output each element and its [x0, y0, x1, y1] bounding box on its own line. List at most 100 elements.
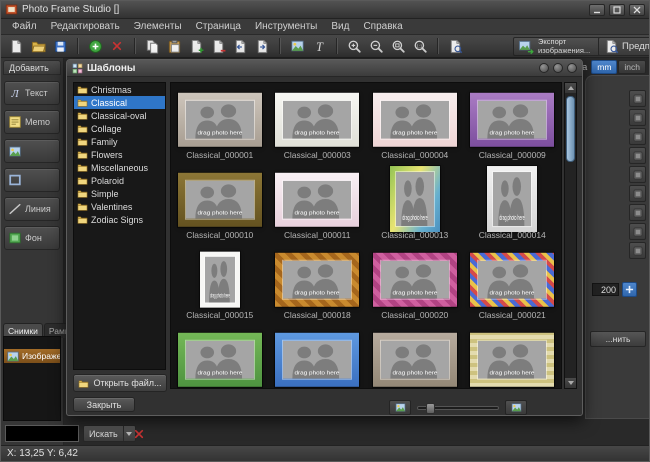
add-background-button[interactable]: Фон: [4, 226, 60, 250]
page-new-button[interactable]: [5, 37, 27, 56]
insert-image-button[interactable]: [286, 37, 308, 56]
right-tool-button[interactable]: [629, 109, 646, 126]
template-item[interactable]: drag photo hereClassical_000003: [269, 83, 367, 163]
large-thumbnails-button[interactable]: [505, 400, 527, 415]
template-item[interactable]: drag photo here: [171, 323, 269, 389]
page-paste-button[interactable]: [163, 37, 185, 56]
right-tool-button[interactable]: [629, 185, 646, 202]
zoom-actual-button[interactable]: 1:1: [409, 37, 431, 56]
page-copy-button[interactable]: [141, 37, 163, 56]
search-button[interactable]: Искать: [83, 425, 136, 442]
template-item[interactable]: drag photo here: [464, 323, 562, 389]
folder-item[interactable]: Classical: [74, 96, 165, 109]
template-item[interactable]: drag photo here: [366, 323, 464, 389]
folder-item[interactable]: Miscellaneous: [74, 161, 165, 174]
folder-open-button[interactable]: [27, 37, 49, 56]
folder-item[interactable]: Simple: [74, 187, 165, 200]
template-item[interactable]: drag photo hereClassical_000010: [171, 163, 269, 243]
scrollbar-thumb[interactable]: [566, 96, 575, 162]
folder-item[interactable]: Christmas: [74, 83, 165, 96]
add-memo-button[interactable]: Memo: [4, 110, 60, 134]
menu-item[interactable]: Элементы: [127, 20, 189, 33]
right-tool-button[interactable]: [629, 128, 646, 145]
zoom-page-button[interactable]: [387, 37, 409, 56]
right-tool-button[interactable]: [629, 204, 646, 221]
maximize-button[interactable]: [609, 4, 625, 16]
minimize-button[interactable]: [589, 4, 605, 16]
template-item[interactable]: drag photo hereClassical_000013: [366, 163, 464, 243]
template-item[interactable]: drag photo hereClassical_000001: [171, 83, 269, 163]
scroll-down-button[interactable]: [565, 378, 576, 388]
menu-item[interactable]: Страница: [189, 20, 248, 33]
preview-button[interactable]: Предпрос: [598, 37, 650, 56]
menu-item[interactable]: Файл: [5, 20, 44, 33]
zoom-out-button[interactable]: [365, 37, 387, 56]
export-image-button[interactable]: Экспорт изображения...: [513, 37, 610, 56]
scroll-up-button[interactable]: [565, 83, 576, 93]
apply-button[interactable]: ...нить: [590, 331, 646, 347]
grid-scrollbar[interactable]: [564, 82, 577, 389]
folder-item[interactable]: Collage: [74, 122, 165, 135]
close-button[interactable]: [629, 4, 645, 16]
folder-item[interactable]: Classical-oval: [74, 109, 165, 122]
add-image-button[interactable]: [4, 139, 60, 163]
template-item[interactable]: drag photo hereClassical_000020: [366, 243, 464, 323]
insert-text-button[interactable]: T: [308, 37, 330, 56]
page-remove-button[interactable]: [207, 37, 229, 56]
unit-mm-button[interactable]: mm: [591, 60, 617, 74]
add-text-button[interactable]: ЛТекст: [4, 81, 60, 105]
menu-item[interactable]: Вид: [324, 20, 356, 33]
template-item[interactable]: drag photo hereClassical_000004: [366, 83, 464, 163]
add-frame-button[interactable]: [4, 168, 60, 192]
dialog-minimize-button[interactable]: [539, 63, 549, 73]
snapshot-item[interactable]: Изображен...: [4, 349, 60, 363]
menu-item[interactable]: Редактировать: [44, 20, 127, 33]
size-value-field[interactable]: [592, 283, 619, 296]
unit-inch-button[interactable]: inch: [618, 60, 646, 74]
open-file-button[interactable]: Открыть файл...: [73, 374, 167, 392]
template-frame: drag photo here: [470, 333, 554, 387]
right-tool-button[interactable]: [629, 147, 646, 164]
template-item[interactable]: drag photo hereClassical_000014: [464, 163, 562, 243]
folder-item[interactable]: Family: [74, 135, 165, 148]
clear-button[interactable]: [131, 426, 147, 441]
color-swatch[interactable]: [5, 425, 79, 442]
menu-item[interactable]: Инструменты: [248, 20, 324, 33]
right-tool-button[interactable]: [629, 242, 646, 259]
remove-red-button[interactable]: [106, 37, 128, 56]
folder-item[interactable]: Zodiac Signs: [74, 213, 165, 226]
slider-thumb[interactable]: [426, 403, 435, 414]
template-item[interactable]: drag photo hereClassical_000018: [269, 243, 367, 323]
page-next-button[interactable]: [251, 37, 273, 56]
small-thumbnails-button[interactable]: [389, 400, 411, 415]
dialog-close-button[interactable]: [567, 63, 577, 73]
add-green-button[interactable]: [84, 37, 106, 56]
menu-item[interactable]: Справка: [356, 20, 409, 33]
folder-item[interactable]: Valentines: [74, 200, 165, 213]
folder-item[interactable]: Polaroid: [74, 174, 165, 187]
template-item[interactable]: drag photo hereClassical_000021: [464, 243, 562, 323]
template-frame: drag photo here: [470, 253, 554, 307]
template-item[interactable]: drag photo hereClassical_000011: [269, 163, 367, 243]
save-button[interactable]: [49, 37, 71, 56]
folder-item[interactable]: Flowers: [74, 148, 165, 161]
add-line-button[interactable]: Линия: [4, 197, 60, 221]
template-item[interactable]: drag photo hereClassical_000009: [464, 83, 562, 163]
page-add-button[interactable]: [185, 37, 207, 56]
print-preview-button[interactable]: [444, 37, 466, 56]
right-tool-button[interactable]: [629, 223, 646, 240]
right-tool-button[interactable]: [629, 166, 646, 183]
zoom-in-button[interactable]: [343, 37, 365, 56]
app-icon: [5, 3, 18, 16]
status-bar: X: 13,25 Y: 6,42: [1, 445, 649, 461]
add-size-button[interactable]: [622, 282, 637, 297]
page-prev-button[interactable]: [229, 37, 251, 56]
thumbnail-size-slider[interactable]: [417, 406, 499, 410]
dialog-maximize-button[interactable]: [553, 63, 563, 73]
right-tool-button[interactable]: [629, 90, 646, 107]
preview-label: Предпрос: [622, 41, 650, 52]
dialog-title-bar: Шаблоны: [67, 60, 582, 77]
template-item[interactable]: drag photo hereClassical_000015: [171, 243, 269, 323]
template-item[interactable]: drag photo here: [269, 323, 367, 389]
dialog-close-action-button[interactable]: Закрыть: [73, 397, 135, 412]
